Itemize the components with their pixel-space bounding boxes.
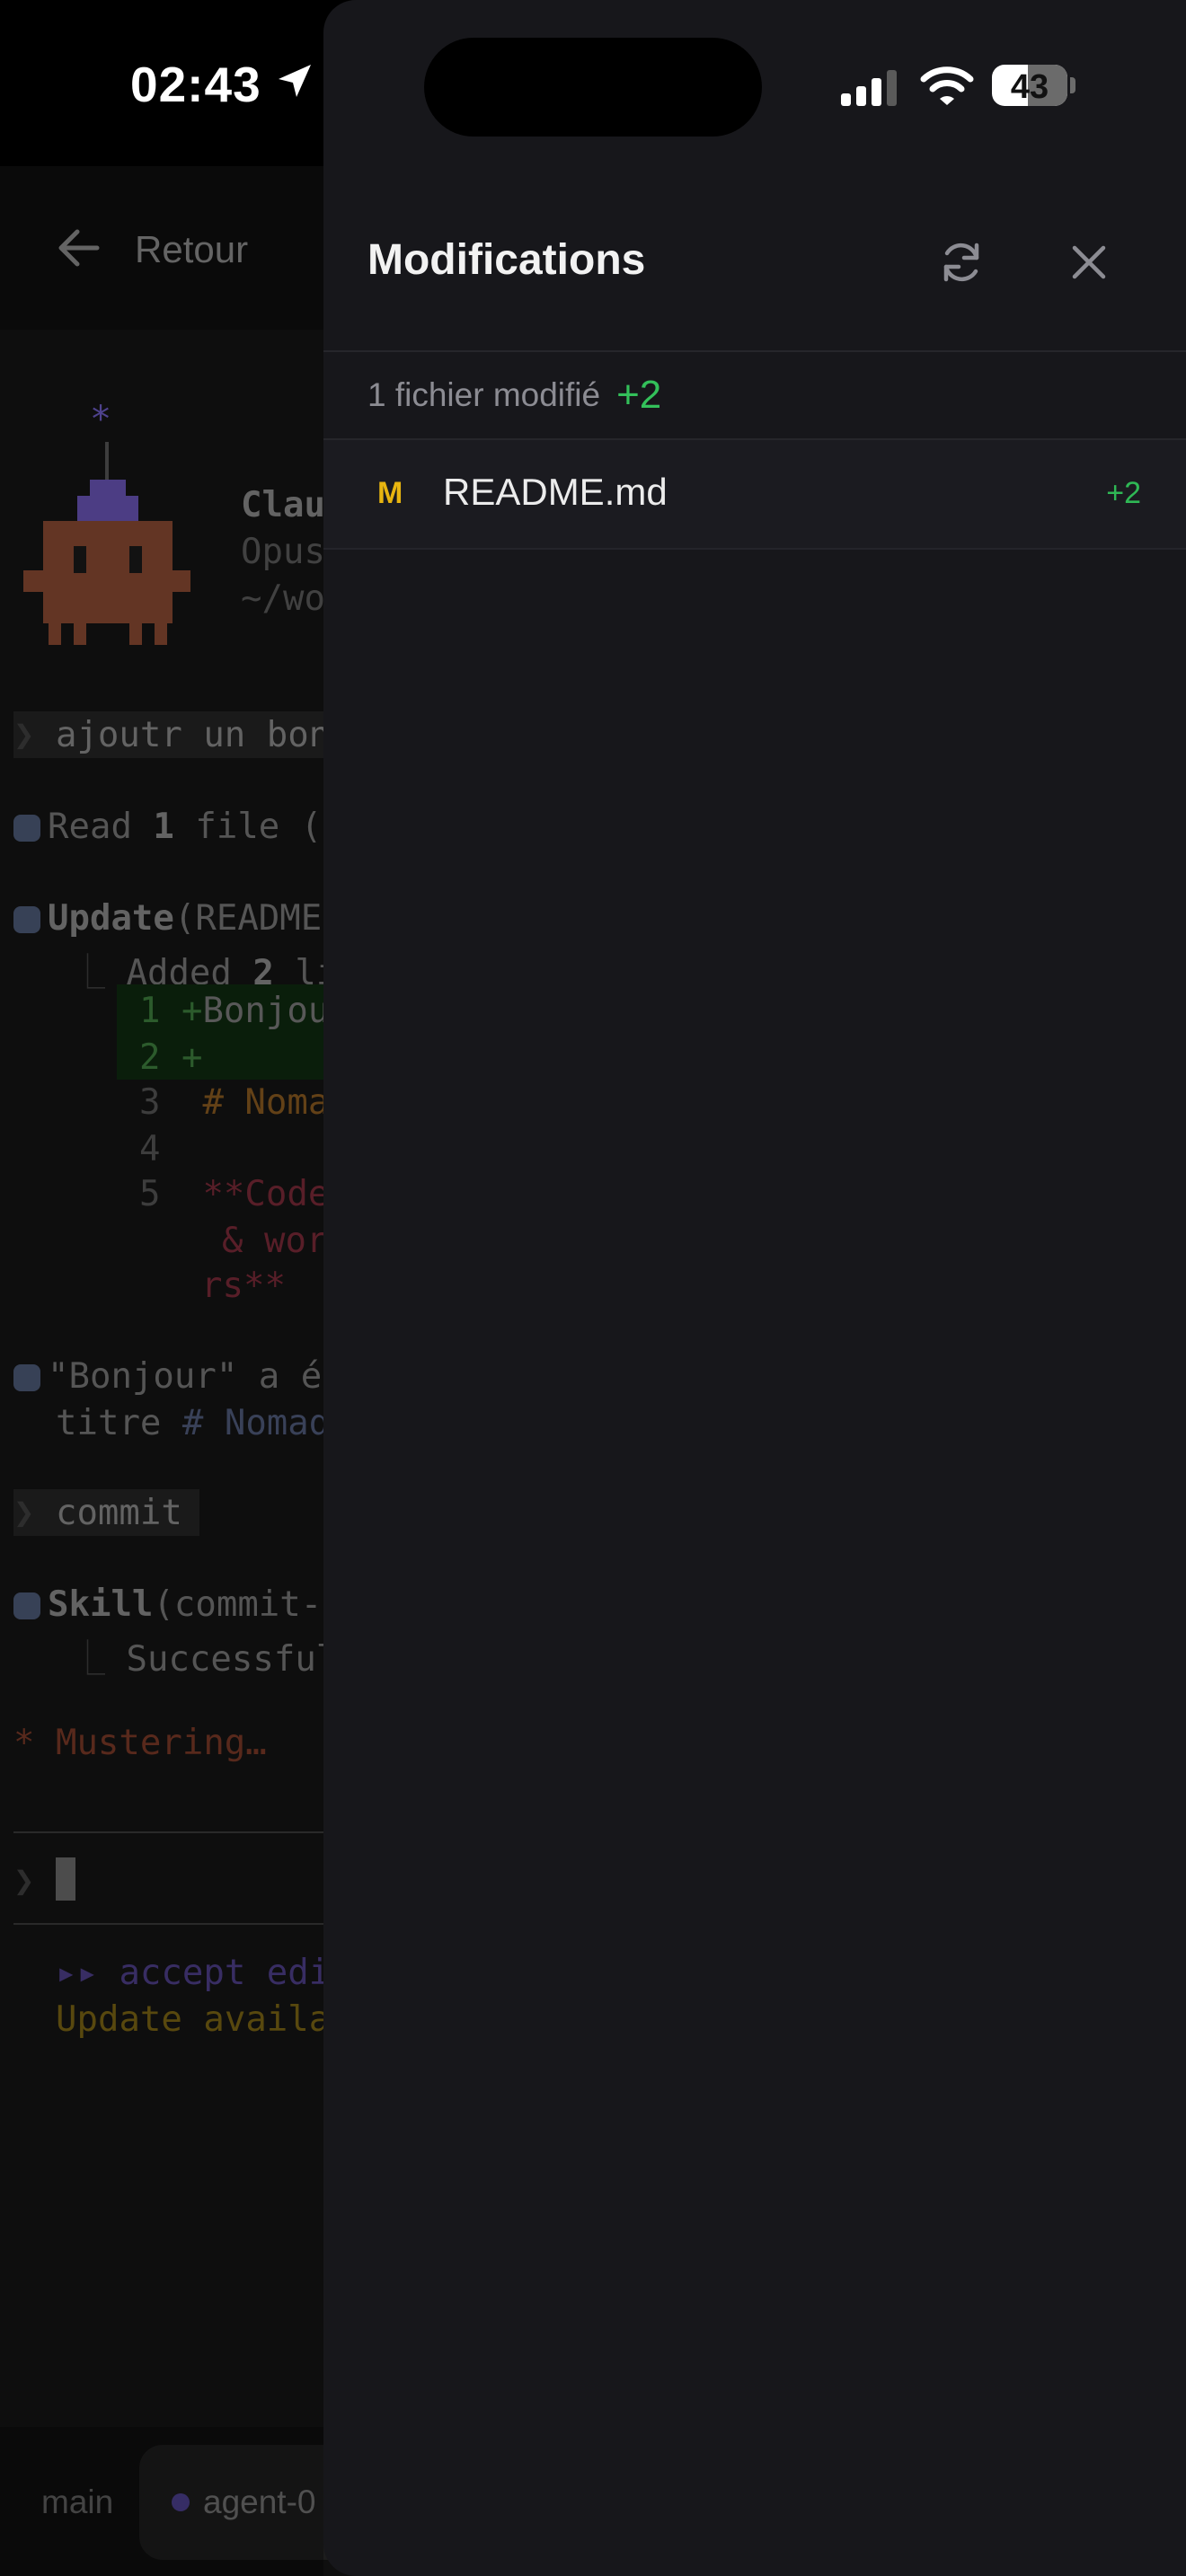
- file-status-badge: M: [377, 476, 403, 510]
- changes-summary: 1 fichier modifié +2: [367, 368, 661, 422]
- close-icon: [1072, 245, 1106, 279]
- file-row[interactable]: M README.md +2: [323, 440, 1186, 550]
- divider: [323, 350, 1186, 352]
- background-dim-overlay[interactable]: [0, 166, 323, 2576]
- battery-cap: [1070, 77, 1075, 93]
- refresh-button[interactable]: [925, 226, 997, 298]
- refresh-icon: [943, 243, 979, 282]
- location-arrow-icon: [279, 65, 311, 97]
- summary-added-count: +2: [616, 373, 662, 417]
- file-added-count: +2: [1106, 476, 1141, 510]
- summary-label: 1 fichier modifié: [367, 376, 601, 413]
- wifi-icon: [920, 66, 974, 105]
- modifications-panel: Modifications 1 fichier modifié +2 M REA…: [323, 0, 1186, 2576]
- cellular-signal-icon: [841, 70, 897, 106]
- file-name: README.md: [443, 471, 668, 513]
- battery-level: 43: [1010, 68, 1049, 106]
- battery-icon: 43: [992, 65, 1067, 106]
- dynamic-island: [424, 38, 762, 137]
- status-time: 02:43: [130, 57, 261, 112]
- panel-title: Modifications: [367, 236, 646, 284]
- close-button[interactable]: [1053, 226, 1125, 298]
